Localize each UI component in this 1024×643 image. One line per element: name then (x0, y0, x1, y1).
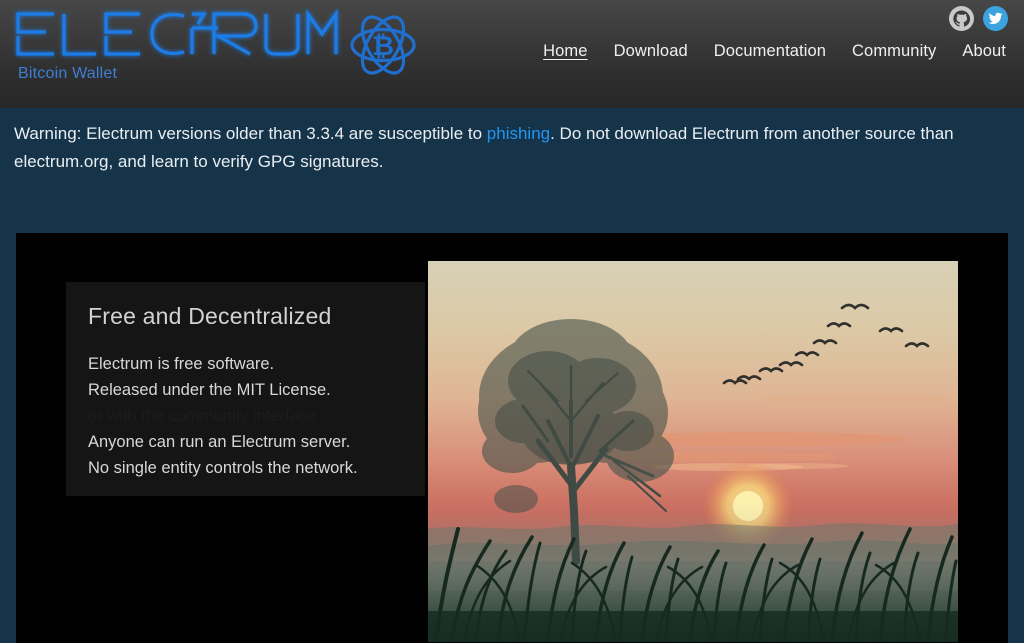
svg-text:₿: ₿ (372, 31, 394, 61)
hero-section: Free and Decentralized Electrum is free … (16, 233, 1008, 643)
hero-paragraph-1-line-1: Electrum is free software. (88, 355, 275, 374)
electrum-atom-bitcoin-icon: ₿ (348, 10, 418, 80)
brand[interactable]: ₿ Bitcoin Wallet (8, 6, 428, 102)
warning-prefix: Warning: Electrum versions older than 3.… (14, 124, 487, 143)
hero-heading: Free and Decentralized (88, 303, 332, 329)
electrum-wordmark (12, 8, 342, 60)
main-navigation: Home Download Documentation Community Ab… (543, 42, 1006, 61)
phishing-link[interactable]: phishing (487, 124, 550, 143)
nav-link-home[interactable]: Home (543, 42, 587, 61)
social-links (949, 6, 1008, 31)
hero-paragraph-1-line-2: Released under the MIT License. (88, 381, 331, 400)
twitter-icon[interactable] (983, 6, 1008, 31)
hero-paragraph-2-line-1: Anyone can run an Electrum server. (88, 433, 351, 452)
github-icon[interactable] (949, 6, 974, 31)
hero-paragraph-2-line-2: No single entity controls the network. (88, 459, 358, 478)
nav-link-about[interactable]: About (962, 42, 1006, 61)
brand-subtitle: Bitcoin Wallet (18, 65, 118, 82)
nav-link-download[interactable]: Download (614, 42, 688, 61)
hero-text-panel: Free and Decentralized Electrum is free … (66, 282, 425, 496)
nav-link-documentation[interactable]: Documentation (714, 42, 826, 61)
security-warning-bar: Warning: Electrum versions older than 3.… (0, 108, 1024, 233)
warning-message: Warning: Electrum versions older than 3.… (14, 120, 1004, 176)
site-header: ₿ Bitcoin Wallet Home Download Documenta… (0, 0, 1024, 108)
nav-link-community[interactable]: Community (852, 42, 936, 61)
hero-ghost-line: or with the community interface (88, 407, 317, 426)
hero-sunset-photo (428, 261, 958, 642)
